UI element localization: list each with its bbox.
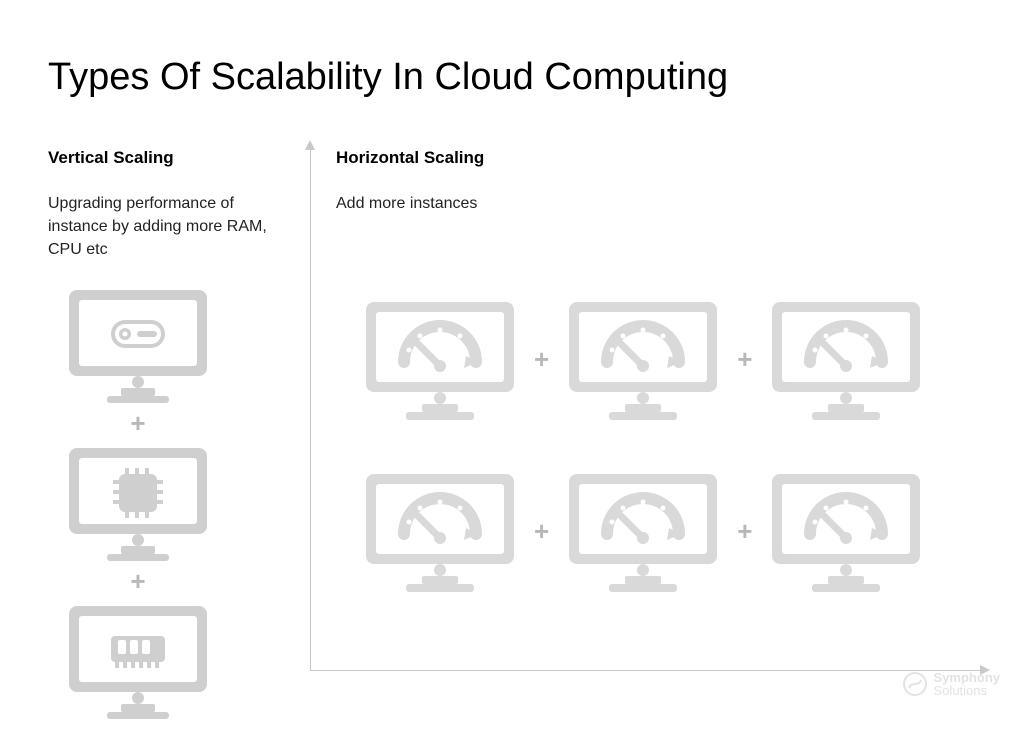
vertical-stack: + <box>48 284 228 720</box>
plus-icon: + <box>130 410 145 436</box>
monitor-ram <box>63 600 213 720</box>
horizontal-heading: Horizontal Scaling <box>336 148 976 168</box>
vertical-description: Upgrading performance of instance by add… <box>48 192 278 262</box>
gauge-icon <box>766 468 926 594</box>
watermark-line2: Solutions <box>934 684 1000 698</box>
vertical-axis <box>310 148 311 670</box>
gauge-monitor <box>563 296 723 422</box>
gauge-icon <box>360 468 520 594</box>
gauge-icon <box>563 468 723 594</box>
disk-icon <box>111 320 165 348</box>
horizontal-grid: + + <box>360 296 980 640</box>
gauge-monitor <box>766 296 926 422</box>
horizontal-row: + + <box>360 468 980 594</box>
gauge-monitor <box>766 468 926 594</box>
diagram-page: Types Of Scalability In Cloud Computing … <box>0 0 1024 734</box>
vertical-heading: Vertical Scaling <box>48 148 278 168</box>
monitor-cpu <box>63 442 213 562</box>
gauge-icon <box>563 296 723 422</box>
horizontal-axis <box>310 670 980 671</box>
gauge-icon <box>360 296 520 422</box>
gauge-monitor <box>360 296 520 422</box>
horizontal-row: + + <box>360 296 980 422</box>
page-title: Types Of Scalability In Cloud Computing <box>48 56 728 99</box>
horizontal-description: Add more instances <box>336 192 976 215</box>
gauge-monitor <box>563 468 723 594</box>
monitor-disk <box>63 284 213 404</box>
watermark-line1: Symphony <box>934 671 1000 685</box>
gauge-monitor <box>360 468 520 594</box>
watermark: Symphony Solutions <box>902 671 1000 698</box>
plus-icon: + <box>737 516 752 547</box>
arrow-up-icon <box>305 140 315 150</box>
plus-icon: + <box>534 516 549 547</box>
plus-icon: + <box>130 568 145 594</box>
watermark-logo-icon <box>902 671 928 697</box>
vertical-column: Vertical Scaling Upgrading performance o… <box>48 148 278 262</box>
horizontal-column: Horizontal Scaling Add more instances <box>336 148 976 215</box>
plus-icon: + <box>737 344 752 375</box>
gauge-icon <box>766 296 926 422</box>
plus-icon: + <box>534 344 549 375</box>
